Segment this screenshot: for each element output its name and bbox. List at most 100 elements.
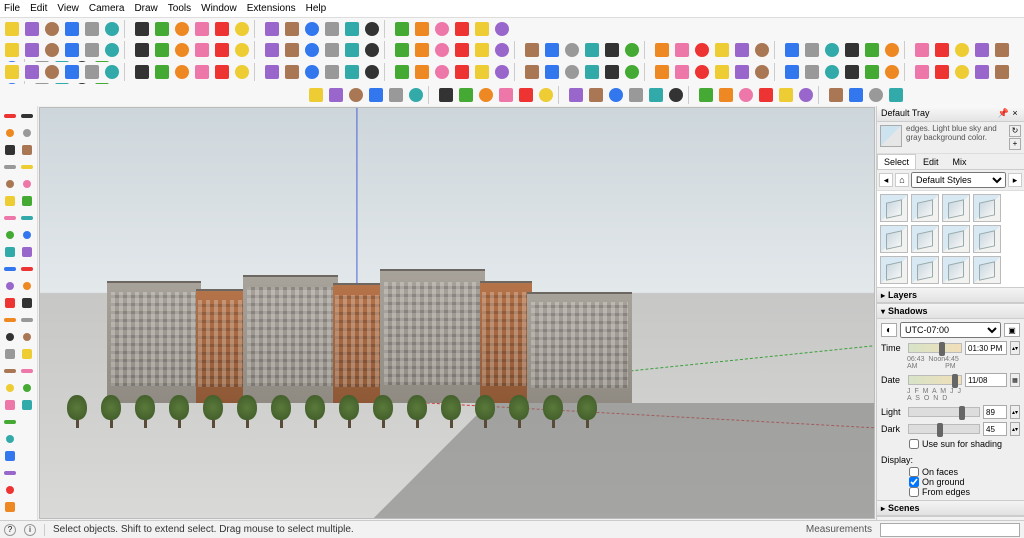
style-collection-select[interactable]: Default Styles (911, 172, 1006, 188)
toolbar2-btn-0[interactable] (3, 41, 21, 59)
toolbar1-btn-4[interactable] (83, 20, 101, 38)
panel-shadows[interactable]: Shadows (877, 303, 1024, 319)
style-thumb-7[interactable] (973, 225, 1001, 253)
style-thumb-1[interactable] (911, 194, 939, 222)
toolbar3-btn-18[interactable] (393, 63, 411, 81)
tab-select[interactable]: Select (877, 154, 916, 169)
toolbar4-btn-14[interactable] (607, 86, 625, 104)
toolbar2-btn-41[interactable] (883, 41, 901, 59)
toolbar1-btn-17[interactable] (363, 20, 381, 38)
toolbar1-btn-0[interactable] (3, 20, 21, 38)
toolbar2-btn-14[interactable] (303, 41, 321, 59)
toolbar4-btn-13[interactable] (587, 86, 605, 104)
left-tool-12[interactable] (2, 312, 18, 328)
toolbar3-btn-44[interactable] (953, 63, 971, 81)
toolbar2-btn-38[interactable] (823, 41, 841, 59)
toolbar3-btn-12[interactable] (263, 63, 281, 81)
time-slider[interactable] (908, 343, 962, 353)
menu-extensions[interactable]: Extensions (247, 3, 296, 14)
toolbar3-btn-36[interactable] (783, 63, 801, 81)
toolbar3-btn-2[interactable] (43, 63, 61, 81)
left-tool-26[interactable] (19, 142, 35, 158)
left-tool-29[interactable] (19, 193, 35, 209)
toolbar3-btn-40[interactable] (863, 63, 881, 81)
tab-edit[interactable]: Edit (916, 154, 946, 169)
menu-help[interactable]: Help (306, 3, 327, 14)
toolbar3-btn-4[interactable] (83, 63, 101, 81)
toolbar4-btn-17[interactable] (667, 86, 685, 104)
left-tool-10[interactable] (2, 278, 18, 294)
left-tool-20[interactable] (2, 448, 18, 464)
left-tool-35[interactable] (19, 295, 35, 311)
toolbar2-btn-20[interactable] (433, 41, 451, 59)
toolbar3-btn-31[interactable] (673, 63, 691, 81)
time-value[interactable]: 01:30 PM (965, 341, 1007, 355)
toolbar4-btn-22[interactable] (777, 86, 795, 104)
toolbar3-btn-16[interactable] (343, 63, 361, 81)
toolbar2-btn-12[interactable] (263, 41, 281, 59)
left-tool-11[interactable] (2, 295, 18, 311)
toolbar3-btn-15[interactable] (323, 63, 341, 81)
toolbar4-btn-24[interactable] (827, 86, 845, 104)
left-tool-8[interactable] (2, 244, 18, 260)
left-tool-22[interactable] (2, 482, 18, 498)
date-slider[interactable] (908, 375, 962, 385)
toolbar3-btn-14[interactable] (303, 63, 321, 81)
toolbar3-btn-26[interactable] (563, 63, 581, 81)
left-tool-4[interactable] (2, 176, 18, 192)
style-create-button[interactable]: + (1009, 138, 1021, 150)
toolbar1-btn-11[interactable] (233, 20, 251, 38)
toolbar2-btn-22[interactable] (473, 41, 491, 59)
left-tool-2[interactable] (2, 142, 18, 158)
left-tool-21[interactable] (2, 465, 18, 481)
left-tool-36[interactable] (19, 312, 35, 328)
utc-select[interactable]: UTC-07:00 (900, 322, 1001, 338)
toolbar3-btn-43[interactable] (933, 63, 951, 81)
toolbar2-btn-27[interactable] (583, 41, 601, 59)
left-tool-41[interactable] (19, 397, 35, 413)
viewport-3d[interactable] (39, 107, 875, 519)
toolbar2-btn-8[interactable] (173, 41, 191, 59)
style-thumb-8[interactable] (880, 256, 908, 284)
toolbar2-btn-23[interactable] (493, 41, 511, 59)
left-tool-37[interactable] (19, 329, 35, 345)
left-tool-24[interactable] (19, 108, 35, 124)
toolbar3-btn-13[interactable] (283, 63, 301, 81)
toolbar2-btn-15[interactable] (323, 41, 341, 59)
left-tool-7[interactable] (2, 227, 18, 243)
style-thumb-10[interactable] (942, 256, 970, 284)
left-tool-13[interactable] (2, 329, 18, 345)
left-tool-9[interactable] (2, 261, 18, 277)
toolbar4-btn-3[interactable] (367, 86, 385, 104)
light-spinner[interactable]: ▴▾ (1010, 405, 1020, 419)
toolbar2-btn-3[interactable] (63, 41, 81, 59)
toolbar3-btn-20[interactable] (433, 63, 451, 81)
toolbar4-btn-7[interactable] (457, 86, 475, 104)
toolbar1-btn-13[interactable] (283, 20, 301, 38)
toolbar3-btn-33[interactable] (713, 63, 731, 81)
toolbar2-btn-1[interactable] (23, 41, 41, 59)
toolbar3-btn-10[interactable] (213, 63, 231, 81)
dark-value[interactable]: 45 (983, 422, 1007, 436)
toolbar3-btn-22[interactable] (473, 63, 491, 81)
toolbar3-btn-38[interactable] (823, 63, 841, 81)
toolbar2-btn-26[interactable] (563, 41, 581, 59)
toolbar2-btn-28[interactable] (603, 41, 621, 59)
left-tool-23[interactable] (2, 499, 18, 515)
tray-close-icon[interactable]: × (1010, 108, 1020, 118)
left-tool-18[interactable] (2, 414, 18, 430)
toolbar3-btn-8[interactable] (173, 63, 191, 81)
from-edges-checkbox[interactable] (909, 487, 919, 497)
toolbar4-btn-18[interactable] (697, 86, 715, 104)
menu-window[interactable]: Window (201, 3, 237, 14)
toolbar2-btn-37[interactable] (803, 41, 821, 59)
toolbar3-btn-6[interactable] (133, 63, 151, 81)
left-tool-19[interactable] (2, 431, 18, 447)
light-value[interactable]: 89 (983, 405, 1007, 419)
toolbar2-btn-35[interactable] (753, 41, 771, 59)
left-tool-16[interactable] (2, 380, 18, 396)
toolbar1-btn-21[interactable] (453, 20, 471, 38)
toolbar3-btn-45[interactable] (973, 63, 991, 81)
panel-layers[interactable]: Layers (877, 287, 1024, 303)
toolbar3-btn-19[interactable] (413, 63, 431, 81)
